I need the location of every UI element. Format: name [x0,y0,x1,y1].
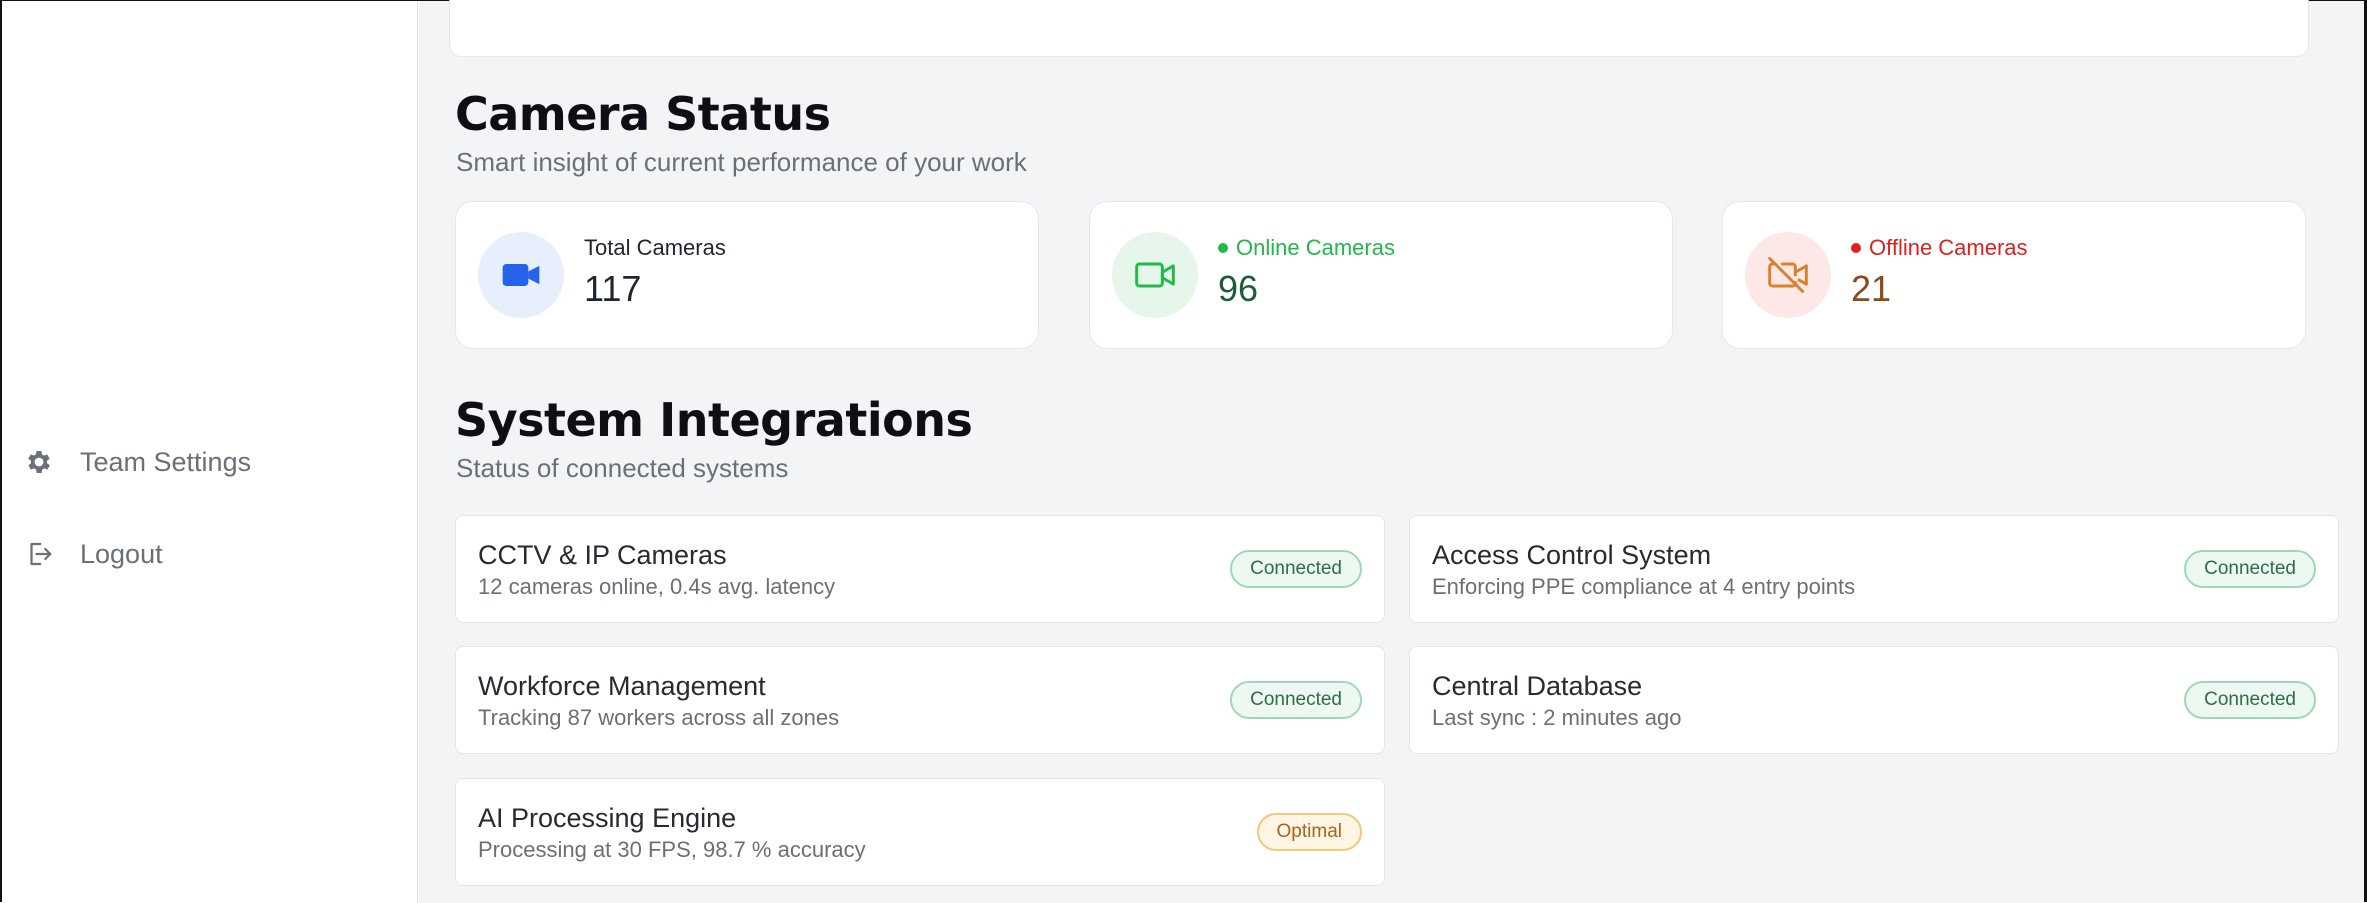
system-integrations-subtitle: Status of connected systems [456,453,789,483]
sidebar-item-label: Team Settings [80,446,252,477]
stat-label: Total Cameras [584,235,726,260]
video-camera-off-icon [1745,232,1831,318]
status-badge: Connected [2184,681,2316,719]
stat-value: 96 [1218,268,1259,309]
stat-label-text: Online Cameras [1236,235,1395,260]
stat-label: Offline Cameras [1851,235,2028,261]
integration-name: Workforce Management [478,671,766,701]
main-content: Camera Status Smart insight of current p… [419,0,2364,903]
integration-card-workforce: Workforce Management Tracking 87 workers… [455,646,1385,754]
stat-label-text: Offline Cameras [1869,235,2028,260]
system-integrations-title: System Integrations [455,393,973,447]
status-badge: Connected [1230,681,1362,719]
integration-card-cctv: CCTV & IP Cameras 12 cameras online, 0.4… [455,515,1385,623]
stat-value: 117 [584,268,642,309]
total-cameras-card: Total Cameras 117 [455,201,1039,349]
sidebar: Team Settings Logout [4,1,418,903]
status-badge: Connected [1230,550,1362,588]
integration-card-central-database: Central Database Last sync : 2 minutes a… [1409,646,2339,754]
logout-icon [24,539,54,569]
sidebar-item-team-settings[interactable]: Team Settings [24,437,384,487]
previous-section-card [449,0,2309,57]
stat-value: 21 [1851,268,1892,309]
integration-name: CCTV & IP Cameras [478,540,727,570]
integration-desc: Last sync : 2 minutes ago [1432,705,1682,730]
integration-desc: Processing at 30 FPS, 98.7 % accuracy [478,837,866,862]
integration-card-ai-engine: AI Processing Engine Processing at 30 FP… [455,778,1385,886]
sidebar-item-logout[interactable]: Logout [24,529,384,579]
integration-name: Access Control System [1432,540,1712,570]
offline-status-dot [1851,243,1861,253]
status-badge: Connected [2184,550,2316,588]
video-camera-icon [478,232,564,318]
stat-label: Online Cameras [1218,235,1395,261]
video-camera-outline-icon [1112,232,1198,318]
integration-name: Central Database [1432,671,1643,701]
camera-status-subtitle: Smart insight of current performance of … [456,147,1027,177]
offline-cameras-card: Offline Cameras 21 [1722,201,2306,349]
gear-icon [24,447,54,477]
app-window: Team Settings Logout Camera Status Smart… [0,0,2367,903]
status-badge: Optimal [1256,813,1362,851]
integration-name: AI Processing Engine [478,803,737,833]
sidebar-item-label: Logout [80,538,163,569]
online-cameras-card: Online Cameras 96 [1089,201,1673,349]
integration-card-access-control: Access Control System Enforcing PPE comp… [1409,515,2339,623]
integration-desc: 12 cameras online, 0.4s avg. latency [478,574,836,599]
integration-desc: Enforcing PPE compliance at 4 entry poin… [1432,574,1856,599]
online-status-dot [1218,243,1228,253]
integration-desc: Tracking 87 workers across all zones [478,705,840,730]
camera-status-title: Camera Status [455,87,831,141]
